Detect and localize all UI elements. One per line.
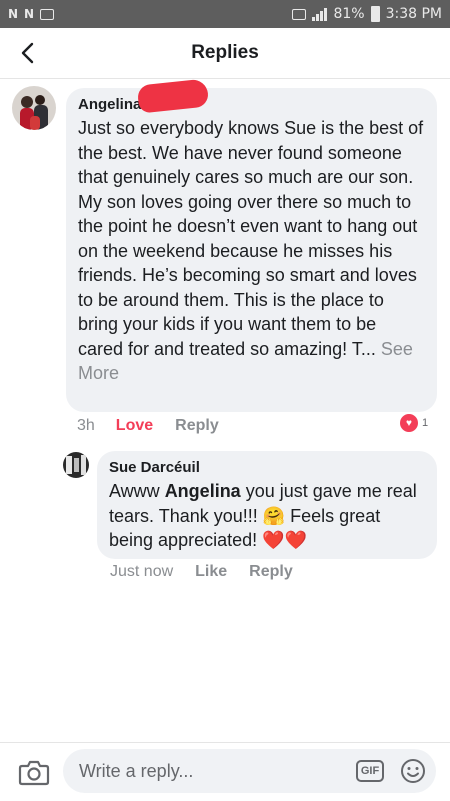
gif-button[interactable]: GIF [356,760,384,782]
emoji-button[interactable] [400,758,426,784]
avatar[interactable] [12,86,56,130]
reply-button[interactable]: Reply [249,563,293,581]
back-arrow-icon [21,42,34,64]
like-button[interactable]: Like [195,563,227,581]
comment-body-start: Awww [109,481,165,501]
reply-button[interactable]: Reply [175,417,219,435]
battery-icon [370,6,380,22]
comment-bubble: Angelina Just so everybody knows Sue is … [66,88,437,412]
comment-time: 3h [77,417,95,434]
nfc-icon [292,8,307,20]
battery-percent: 81% [333,6,365,22]
comment-author[interactable]: Sue Darcéuil [109,459,425,476]
camera-button[interactable] [18,758,50,786]
love-button[interactable]: Love [116,417,153,435]
comment-text: Just so everybody knows Sue is the best … [78,116,425,386]
comment-text: Awww Angelina you just gave me real tear… [109,479,425,553]
comment-actions: 3h Love Reply [77,417,219,435]
back-button[interactable] [12,38,42,68]
emoji-icon [401,759,425,783]
comment-author[interactable]: Angelina [78,96,425,113]
netflix-notification-icon: N [8,7,19,21]
page-title: Replies [191,42,259,63]
comment-body: Just so everybody knows Sue is the best … [78,118,424,359]
reaction-count: 1 [422,417,429,429]
netflix-notification-icon-2: N [24,7,35,21]
status-time: 3:38 PM [385,6,442,22]
reaction-summary[interactable]: ♥ 1 [398,412,428,434]
love-reaction-icon: ♥ [398,412,420,434]
avatar[interactable] [63,452,89,478]
image-icon [40,8,55,20]
comment-actions: Just now Like Reply [110,563,293,581]
signal-icon [312,7,328,21]
comment-time: Just now [110,563,174,580]
status-bar: N N 81% 3:38 PM [0,0,450,28]
comment-bubble: Sue Darcéuil Awww Angelina you just gave… [97,451,437,559]
mention-link[interactable]: Angelina [165,481,241,501]
replies-header: Replies [0,28,450,79]
camera-icon [18,760,50,786]
